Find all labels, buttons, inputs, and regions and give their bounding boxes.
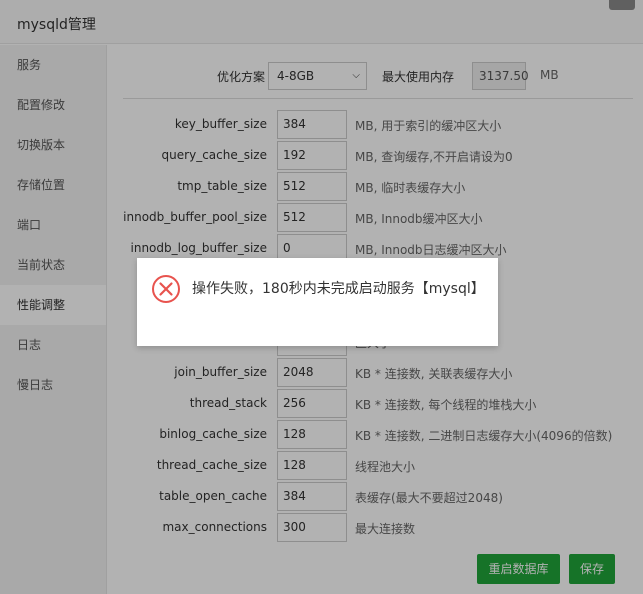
- error-circle-icon: [152, 275, 180, 303]
- mysqld-dialog: mysqld管理 服务 配置修改 切换版本 存储位置 端口 当前状态 性能调整 …: [0, 0, 643, 594]
- toast-message: 操作失败，180秒内未完成启动服务【mysql】: [192, 281, 485, 297]
- error-toast: 操作失败，180秒内未完成启动服务【mysql】: [137, 258, 498, 346]
